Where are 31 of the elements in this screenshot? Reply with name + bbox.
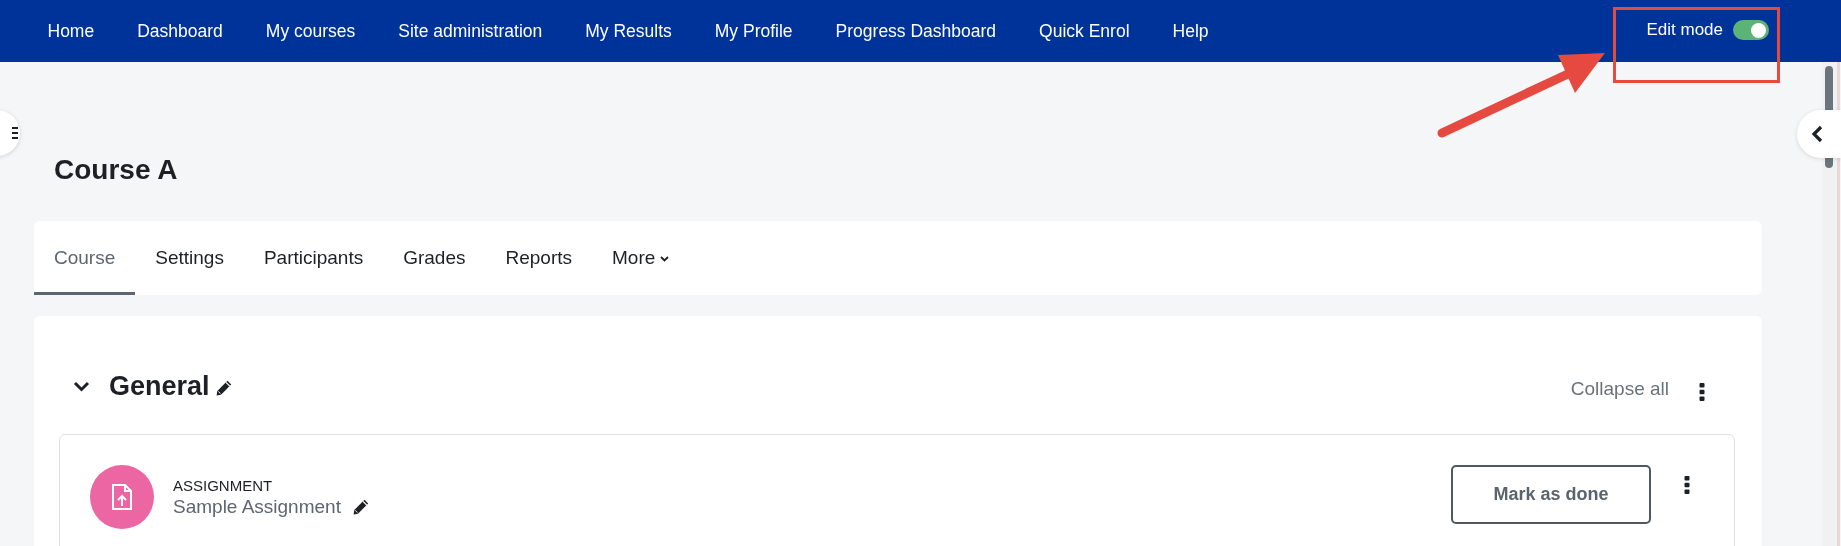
pencil-icon[interactable] <box>215 380 232 396</box>
nav-link[interactable]: My Results <box>563 20 694 42</box>
tab[interactable]: More <box>592 221 690 295</box>
activity-link[interactable]: Sample Assignment <box>173 495 341 518</box>
collapse-all-link[interactable]: Collapse all <box>1570 378 1669 400</box>
nav-link[interactable]: Site administration <box>376 20 564 42</box>
section-title: General <box>109 370 210 403</box>
nav-link[interactable]: Quick Enrol <box>1017 20 1152 42</box>
edit-mode-label: Edit mode <box>1646 20 1723 40</box>
activity-type-label: ASSIGNMENT <box>173 476 274 494</box>
pencil-icon[interactable] <box>352 498 369 515</box>
edit-mode-toggle[interactable] <box>1733 20 1769 40</box>
nav-link[interactable]: Dashboard <box>115 20 245 42</box>
menu-icon <box>12 126 18 140</box>
caret-icon <box>660 256 670 262</box>
nav-link[interactable]: Progress Dashboard <box>814 20 1018 42</box>
nav-link[interactable]: My courses <box>244 20 377 42</box>
more-options-icon[interactable] <box>1699 382 1705 401</box>
tab[interactable]: Reports <box>485 221 593 295</box>
nav-link[interactable]: Home <box>26 20 116 42</box>
nav-link[interactable]: My Profile <box>693 20 815 42</box>
tab[interactable]: Grades <box>383 221 486 295</box>
nav-link[interactable]: Help <box>1151 20 1231 42</box>
mark-as-done-button[interactable]: Mark as done <box>1451 465 1651 524</box>
tab[interactable]: Participants <box>243 221 384 295</box>
chevron-left-icon <box>1811 125 1823 143</box>
tab[interactable]: Course <box>34 221 136 295</box>
more-options-icon[interactable] <box>1684 476 1690 494</box>
course-title: Course A <box>54 153 178 187</box>
tab[interactable]: Settings <box>135 221 244 295</box>
drawer-toggle-button[interactable] <box>1797 110 1841 158</box>
